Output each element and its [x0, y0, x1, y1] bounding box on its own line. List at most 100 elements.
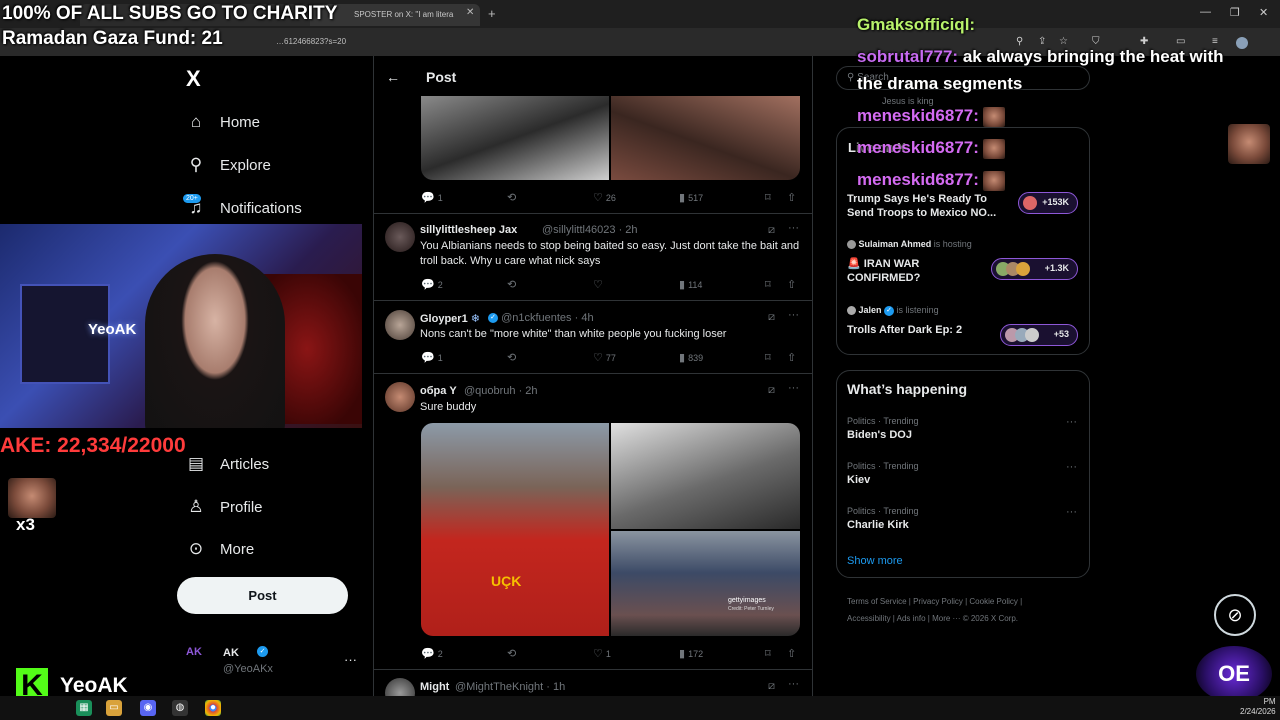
- new-tab-button[interactable]: +: [488, 6, 496, 21]
- trend-name[interactable]: Charlie Kirk: [847, 519, 909, 531]
- space-listeners[interactable]: +153K: [1018, 192, 1078, 214]
- share-button[interactable]: ⇧: [787, 647, 799, 660]
- views-button[interactable]: ▮ 114: [679, 278, 702, 291]
- tab-close-icon[interactable]: ✕: [466, 7, 474, 18]
- media-photo[interactable]: [611, 96, 800, 180]
- tweet-media[interactable]: [421, 96, 800, 180]
- tweet-author[interactable]: Might: [420, 681, 449, 693]
- media-photo[interactable]: [421, 96, 609, 180]
- reply-button[interactable]: 💬 2: [421, 278, 443, 291]
- profile-avatar-icon[interactable]: [1236, 37, 1248, 49]
- tweet-author[interactable]: sillylittlesheep Jax: [420, 224, 517, 236]
- repost-button[interactable]: ⟲: [507, 647, 519, 660]
- chrome-icon[interactable]: ●: [205, 700, 221, 716]
- bookmark-button[interactable]: ⌑: [765, 351, 774, 364]
- avatar[interactable]: [385, 310, 415, 340]
- back-arrow-icon[interactable]: ←: [386, 69, 400, 85]
- taskbar-clock[interactable]: PM 2/24/2026: [1240, 697, 1276, 717]
- like-button[interactable]: ♡ 26: [593, 191, 616, 204]
- account-more-icon[interactable]: ···: [344, 652, 357, 667]
- space-listeners[interactable]: +1.3K: [991, 258, 1078, 280]
- media-photo[interactable]: [611, 423, 800, 529]
- views-button[interactable]: ▮ 172: [679, 647, 703, 660]
- views-button[interactable]: ▮ 517: [679, 191, 703, 204]
- tab-title: SPOSTER on X: "I am litera: [354, 10, 454, 19]
- repost-button[interactable]: ⟲: [507, 351, 519, 364]
- bookmark-button[interactable]: ⌑: [765, 191, 774, 204]
- search-icon: ⚲: [847, 72, 858, 83]
- taskbar-app-icon[interactable]: ▦: [76, 700, 92, 716]
- tweet-more-icon[interactable]: ···: [788, 222, 799, 234]
- extension-icon[interactable]: ✚: [1140, 36, 1148, 47]
- like-button[interactable]: ♡ 1: [593, 647, 611, 660]
- trend-more-icon[interactable]: ···: [1066, 416, 1077, 428]
- avatar[interactable]: [385, 222, 415, 252]
- grok-icon[interactable]: ⧄: [768, 384, 775, 397]
- obs-icon[interactable]: ◍: [172, 700, 188, 716]
- account-avatar[interactable]: AK: [186, 646, 214, 672]
- space-listeners[interactable]: +53: [1000, 324, 1078, 346]
- file-explorer-icon[interactable]: ▭: [106, 700, 122, 716]
- footer-links[interactable]: Accessibility | Ads info | More ··· © 20…: [847, 614, 1018, 623]
- tweet-author[interactable]: обра Y: [420, 385, 457, 397]
- share-button[interactable]: ⇧: [787, 278, 799, 291]
- nav-articles[interactable]: ▤ Articles: [186, 449, 269, 479]
- tweet-more-icon[interactable]: ···: [788, 382, 799, 394]
- reply-button[interactable]: 💬 1: [421, 351, 443, 364]
- like-button[interactable]: ♡ 77: [593, 351, 616, 364]
- nav-notifications[interactable]: ♫ Notifications: [186, 193, 302, 223]
- tweet-handle[interactable]: @quobruh · 2h: [464, 385, 538, 397]
- space-title[interactable]: Trump Says He's Ready To Send Troops to …: [847, 192, 1007, 220]
- tweet-more-icon[interactable]: ···: [788, 678, 799, 690]
- nav-profile[interactable]: ♙ Profile: [186, 492, 262, 522]
- views-icon: ▮: [679, 279, 686, 291]
- trend-name[interactable]: Biden's DOJ: [847, 429, 912, 441]
- tweet-author[interactable]: Gloyper1 ❄: [420, 312, 480, 325]
- space-title[interactable]: Trolls After Dark Ep: 2: [847, 323, 987, 337]
- camera-off-icon[interactable]: ⊘: [1214, 594, 1256, 636]
- zoom-icon[interactable]: ⚲: [1016, 36, 1023, 47]
- maximize-icon[interactable]: ❐: [1230, 6, 1240, 19]
- share-icon[interactable]: ⇪: [1038, 36, 1046, 47]
- tweet-handle[interactable]: @sillylittl46023 · 2h: [542, 224, 638, 236]
- avatar[interactable]: [385, 382, 415, 412]
- tweet-more-icon[interactable]: ···: [788, 309, 799, 321]
- footer-links[interactable]: Terms of Service | Privacy Policy | Cook…: [847, 597, 1022, 606]
- space-title[interactable]: 🚨 IRAN WAR CONFIRMED?: [847, 257, 987, 285]
- reply-button[interactable]: 💬 1: [421, 191, 443, 204]
- x-logo[interactable]: X: [186, 66, 201, 92]
- tweet-handle[interactable]: ✓ @n1ckfuentes · 4h: [488, 312, 594, 324]
- tweet-media[interactable]: UÇK gettyimages Credit: Peter Turnley: [421, 423, 800, 636]
- like-button[interactable]: ♡: [593, 278, 606, 291]
- bookmark-star-icon[interactable]: ☆: [1059, 36, 1068, 47]
- grok-icon[interactable]: ⧄: [768, 680, 775, 693]
- trend-name[interactable]: Kiev: [847, 474, 870, 486]
- grok-icon[interactable]: ⧄: [768, 224, 775, 237]
- grok-icon[interactable]: ⧄: [768, 311, 775, 324]
- sidepanel-icon[interactable]: ▭: [1176, 36, 1185, 47]
- bookmark-button[interactable]: ⌑: [765, 647, 774, 660]
- post-button[interactable]: Post: [177, 577, 348, 614]
- views-button[interactable]: ▮ 839: [679, 351, 703, 364]
- nav-home[interactable]: ⌂ Home: [186, 107, 260, 137]
- reply-button[interactable]: 💬 2: [421, 647, 443, 660]
- nav-explore[interactable]: ⚲ Explore: [186, 150, 271, 180]
- shield-icon[interactable]: ⛉: [1092, 36, 1100, 47]
- bookmark-button[interactable]: ⌑: [765, 278, 774, 291]
- show-more-link[interactable]: Show more: [847, 555, 903, 567]
- repost-button[interactable]: ⟲: [507, 191, 519, 204]
- nav-more[interactable]: ⊙ More: [186, 534, 254, 564]
- media-photo[interactable]: UÇK: [421, 423, 609, 636]
- trend-more-icon[interactable]: ···: [1066, 461, 1077, 473]
- repost-button[interactable]: ⟲: [507, 278, 519, 291]
- close-window-icon[interactable]: ✕: [1259, 6, 1268, 19]
- tweet-handle[interactable]: @MightTheKnight · 1h: [455, 681, 565, 693]
- share-button[interactable]: ⇧: [787, 351, 799, 364]
- share-button[interactable]: ⇧: [787, 191, 799, 204]
- trend-more-icon[interactable]: ···: [1066, 506, 1077, 518]
- menu-icon[interactable]: ≡: [1212, 36, 1218, 47]
- media-photo[interactable]: gettyimages Credit: Peter Turnley: [611, 531, 800, 636]
- account-name[interactable]: AK: [223, 647, 239, 659]
- minimize-icon[interactable]: —: [1200, 6, 1211, 18]
- discord-icon[interactable]: ◉: [140, 700, 156, 716]
